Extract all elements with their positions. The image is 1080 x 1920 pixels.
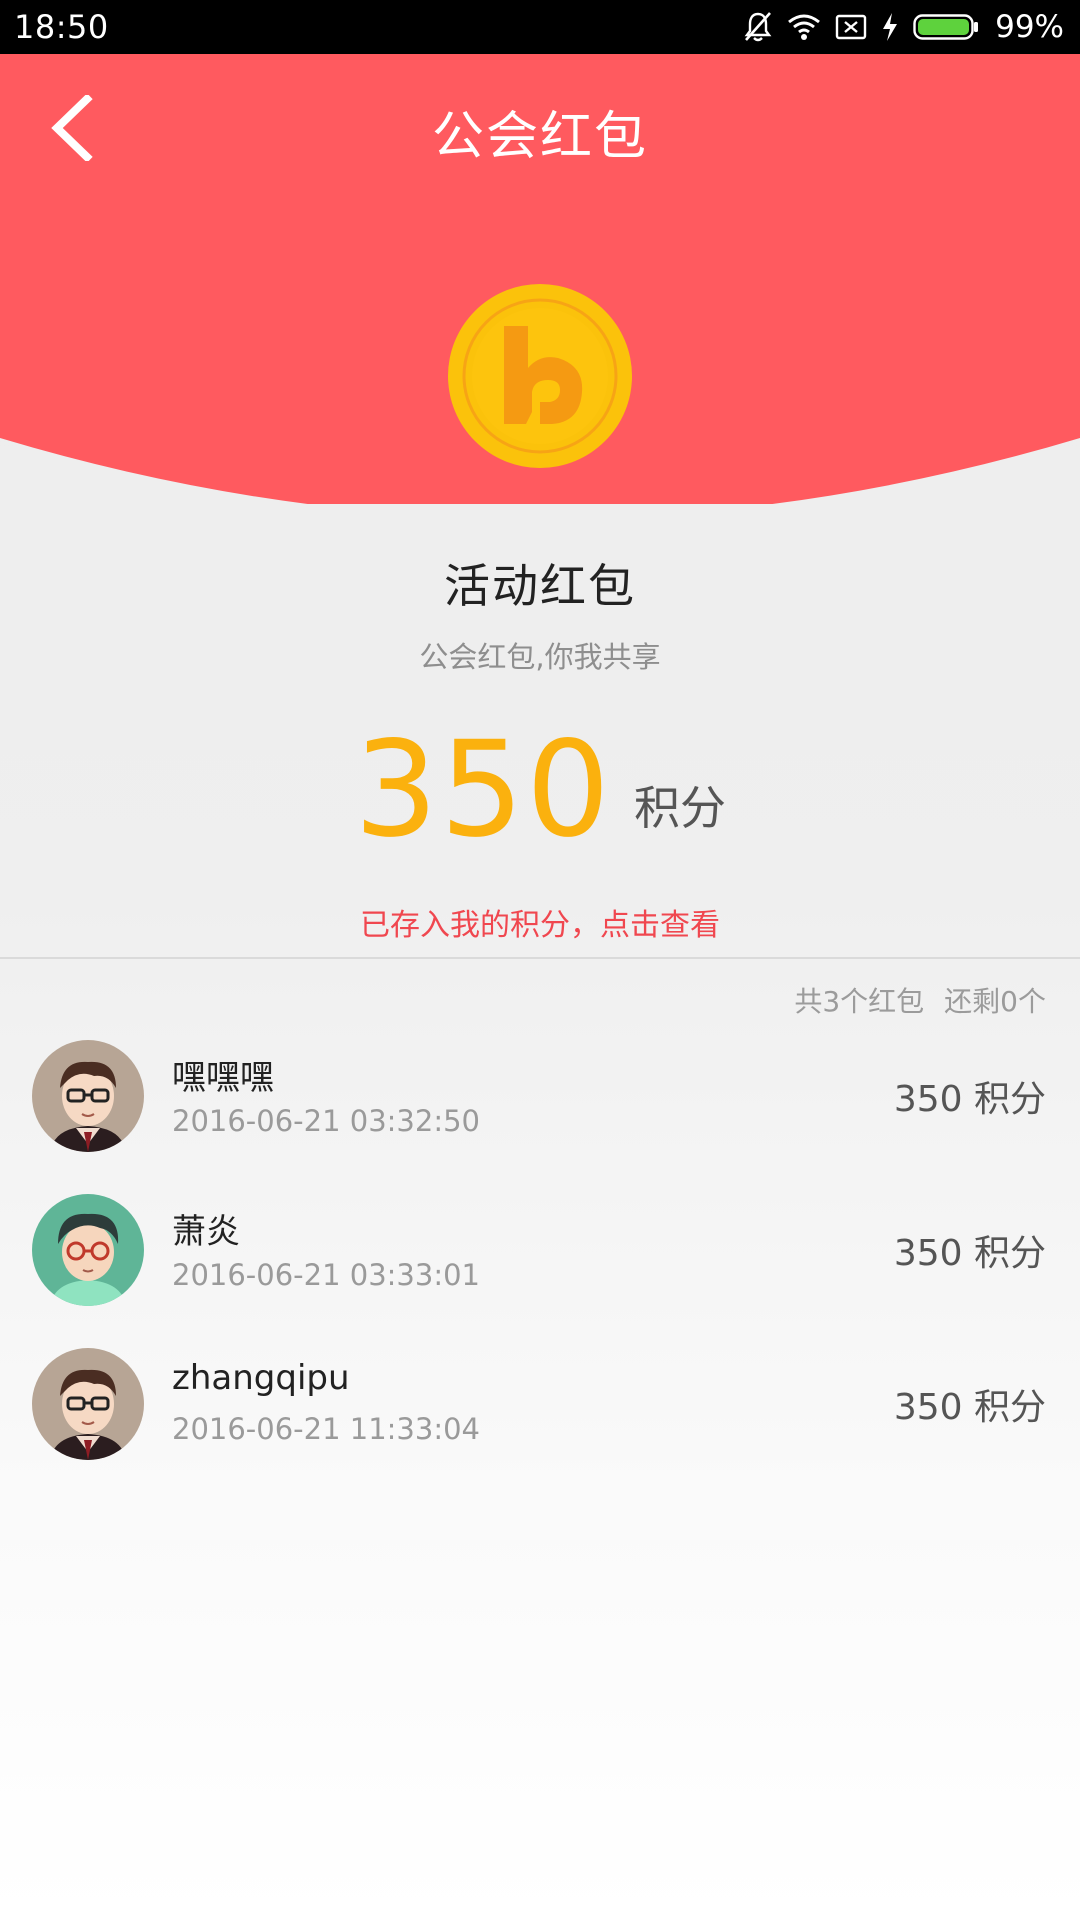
record-time: 2016-06-21 03:33:01 [172,1258,480,1292]
summary-total: 共3个红包 [794,985,925,1018]
list-item[interactable]: 嘿嘿嘿 2016-06-21 03:32:50 350 积分 [0,1030,1080,1184]
record-time: 2016-06-21 03:32:50 [172,1104,480,1138]
avatar-icon [32,1194,144,1306]
record-amount: 350 积分 [893,1233,1046,1274]
screen: 18:50 99% 公会红包 活动红包 公会红包,你我共享 350 积分 已存入… [0,0,1080,1920]
record-name: zhangqipu [172,1358,350,1398]
packet-title: 活动红包 [444,559,636,613]
avatar [32,1348,144,1460]
view-points-link[interactable]: 已存入我的积分，点击查看 [0,900,1080,944]
record-amount: 350 积分 [893,1387,1046,1428]
page-title: 公会红包 [431,107,648,167]
record-list: 嘿嘿嘿 2016-06-21 03:32:50 350 积分 萧炎 2016-0… [0,1030,1080,1492]
status-icons: 99% [743,9,1064,45]
status-bar: 18:50 99% [0,0,1080,54]
status-time: 18:50 [14,8,109,46]
coin-icon [448,284,632,468]
bell-off-icon [743,11,773,43]
divider [0,957,1080,959]
avatar-icon [32,1040,144,1152]
amount-unit: 积分 [633,781,726,835]
battery-percent: 99% [995,9,1064,45]
avatar [32,1194,144,1306]
record-name: 萧炎 [172,1212,240,1252]
charging-icon [881,12,899,42]
sim-off-icon [835,13,867,41]
title-bar: 公会红包 [0,54,1080,194]
battery-icon [913,13,979,41]
wifi-icon [787,13,821,41]
amount-row: 350 积分 [0,720,1080,860]
summary-remaining: 还剩0个 [944,985,1046,1018]
packet-summary: 共3个红包 还剩0个 [794,980,1046,1020]
record-name: 嘿嘿嘿 [172,1058,274,1098]
avatar-icon [32,1348,144,1460]
record-time: 2016-06-21 11:33:04 [172,1412,480,1446]
packet-subtitle: 公会红包,你我共享 [419,640,661,674]
list-item[interactable]: 萧炎 2016-06-21 03:33:01 350 积分 [0,1184,1080,1338]
record-amount: 350 积分 [893,1079,1046,1120]
avatar [32,1040,144,1152]
amount-value: 350 [354,713,612,867]
list-item[interactable]: zhangqipu 2016-06-21 11:33:04 350 积分 [0,1338,1080,1492]
